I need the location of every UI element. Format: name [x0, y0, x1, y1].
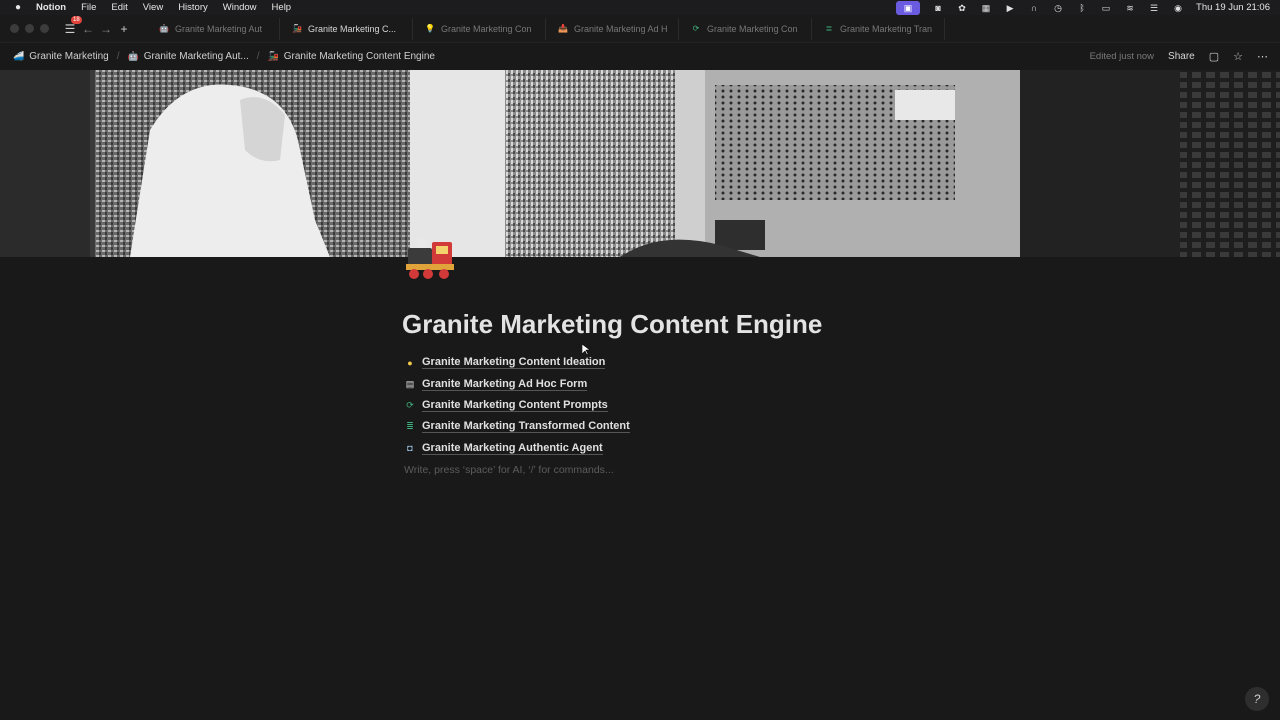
mouse-cursor-icon: [582, 344, 590, 356]
link-ad-hoc-form[interactable]: ▤ Granite Marketing Ad Hoc Form: [404, 373, 630, 394]
tab-label: Granite Marketing Con: [707, 23, 798, 34]
robot-icon: ◘: [407, 443, 413, 454]
breadcrumb-label: Granite Marketing: [29, 50, 109, 62]
play-icon[interactable]: ▶: [1004, 3, 1016, 13]
battery-icon[interactable]: ▭: [1100, 3, 1112, 13]
tab-content-prompts[interactable]: ⟳ Granite Marketing Con: [679, 17, 812, 40]
time-machine-icon[interactable]: ◷: [1052, 3, 1064, 13]
window-controls: [10, 24, 49, 33]
database-icon: ≣: [406, 421, 414, 432]
refresh-icon: ⟳: [692, 24, 700, 33]
breadcrumb: 🚄 Granite Marketing / 🤖 Granite Marketin…: [0, 44, 1280, 68]
tab-label: Granite Marketing Aut: [175, 23, 263, 34]
menu-edit[interactable]: Edit: [111, 2, 127, 13]
share-button[interactable]: Share: [1168, 51, 1195, 62]
back-arrow-icon[interactable]: ←: [79, 22, 97, 36]
menu-help[interactable]: Help: [272, 2, 292, 13]
inbox-icon: ▤: [405, 378, 415, 389]
apple-icon[interactable]: ●: [12, 2, 24, 13]
workspace-icon: 🚄: [13, 50, 25, 61]
tab-label: Granite Marketing Tran: [840, 23, 933, 34]
train-icon: 🚂: [292, 24, 302, 33]
app-status-icon[interactable]: ◙: [932, 3, 944, 13]
cover-photo: [0, 70, 1280, 257]
link-label[interactable]: Granite Marketing Content Ideation: [422, 356, 606, 370]
more-options-icon[interactable]: ⋯: [1257, 50, 1268, 63]
breadcrumb-label: Granite Marketing Content Engine: [283, 50, 435, 62]
wifi-icon[interactable]: ≋: [1124, 3, 1136, 13]
tab-label: Granite Marketing Ad H: [574, 23, 668, 34]
robot-icon: 🤖: [127, 50, 139, 61]
menu-bar: ● Notion File Edit View History Window H…: [0, 0, 1280, 15]
subpage-links: ● Granite Marketing Content Ideation ▤ G…: [404, 352, 630, 459]
tab-label: Granite Marketing Con: [441, 23, 532, 34]
control-center-icon[interactable]: ☰: [1148, 3, 1160, 13]
menu-window[interactable]: Window: [223, 2, 257, 13]
breadcrumb-content-engine[interactable]: 🚂 Granite Marketing Content Engine: [268, 51, 435, 62]
page-train-icon[interactable]: [404, 236, 456, 282]
menu-app-name[interactable]: Notion: [36, 2, 66, 13]
notion-window: ● Notion File Edit View History Window H…: [0, 0, 1280, 720]
editor-placeholder[interactable]: Write, press ‘space’ for AI, ‘/’ for com…: [404, 464, 614, 476]
lightbulb-icon: ●: [407, 357, 413, 368]
comments-icon[interactable]: ▢: [1209, 50, 1219, 63]
tab-content-ideation[interactable]: 💡 Granite Marketing Con: [413, 17, 546, 40]
tab-authentic-agent[interactable]: 🤖 Granite Marketing Aut: [147, 17, 280, 40]
screen-record-icon[interactable]: ▣: [896, 0, 921, 15]
page-title[interactable]: Granite Marketing Content Engine: [402, 309, 822, 340]
tab-content-engine[interactable]: 🚂 Granite Marketing C...: [280, 17, 413, 40]
zoom-window-button[interactable]: [40, 24, 49, 33]
link-label[interactable]: Granite Marketing Ad Hoc Form: [422, 378, 588, 391]
link-authentic-agent[interactable]: ◘ Granite Marketing Authentic Agent: [404, 438, 630, 459]
tab-ad-hoc-form[interactable]: 📥 Granite Marketing Ad H: [546, 17, 679, 40]
breadcrumb-separator: /: [256, 50, 260, 62]
tab-label: Granite Marketing C...: [308, 23, 397, 34]
breadcrumb-label: Granite Marketing Aut...: [143, 50, 249, 62]
headphones-icon[interactable]: ∩: [1028, 3, 1040, 13]
refresh-icon: ⟳: [406, 399, 414, 410]
database-icon: ≣: [825, 24, 833, 33]
breadcrumb-granite-marketing[interactable]: 🚄 Granite Marketing: [13, 51, 109, 62]
link-content-prompts[interactable]: ⟳ Granite Marketing Content Prompts: [404, 395, 630, 416]
tab-transformed-content[interactable]: ≣ Granite Marketing Tran: [812, 17, 945, 40]
breadcrumb-separator: /: [116, 50, 120, 62]
menu-file[interactable]: File: [81, 2, 96, 13]
link-label[interactable]: Granite Marketing Content Prompts: [422, 399, 608, 412]
train-icon: 🚂: [267, 50, 279, 61]
openai-icon[interactable]: ✿: [956, 3, 968, 13]
help-button[interactable]: ?: [1245, 687, 1269, 711]
lightbulb-icon: 💡: [425, 24, 435, 33]
train-icon: [406, 238, 454, 279]
windows-icon[interactable]: ▦: [980, 3, 992, 13]
robot-icon: 🤖: [159, 24, 169, 33]
siri-icon[interactable]: ◉: [1172, 3, 1184, 13]
link-content-ideation[interactable]: ● Granite Marketing Content Ideation: [404, 352, 630, 373]
bluetooth-icon[interactable]: ᛒ: [1076, 3, 1088, 13]
close-window-button[interactable]: [10, 24, 19, 33]
new-tab-plus-icon[interactable]: +: [115, 22, 133, 36]
sidebar-menu-icon[interactable]: ☰ 18: [61, 15, 82, 36]
menu-view[interactable]: View: [143, 2, 163, 13]
forward-arrow-icon[interactable]: →: [97, 22, 115, 36]
edited-status: Edited just now: [1089, 50, 1155, 62]
link-label[interactable]: Granite Marketing Transformed Content: [422, 420, 630, 434]
minimize-window-button[interactable]: [25, 24, 34, 33]
cover-image[interactable]: [0, 70, 1280, 257]
link-transformed-content[interactable]: ≣ Granite Marketing Transformed Content: [404, 416, 630, 437]
tabs: 🤖 Granite Marketing Aut 🚂 Granite Market…: [147, 17, 945, 40]
tab-bar: ☰ 18 ← → + 🤖 Granite Marketing Aut 🚂 Gran…: [0, 15, 1280, 43]
menu-clock[interactable]: Thu 19 Jun 21:06: [1196, 2, 1270, 13]
status-area: ▣ ◙ ✿ ▦ ▶ ∩ ◷ ᛒ ▭ ≋ ☰ ◉ Thu 19 Jun 21:06: [896, 0, 1270, 15]
star-icon[interactable]: ☆: [1233, 50, 1243, 63]
inbox-icon: 📥: [558, 24, 568, 33]
breadcrumb-authentic-agent[interactable]: 🤖 Granite Marketing Aut...: [127, 51, 248, 62]
menu-history[interactable]: History: [178, 2, 208, 13]
link-label[interactable]: Granite Marketing Authentic Agent: [422, 442, 603, 455]
